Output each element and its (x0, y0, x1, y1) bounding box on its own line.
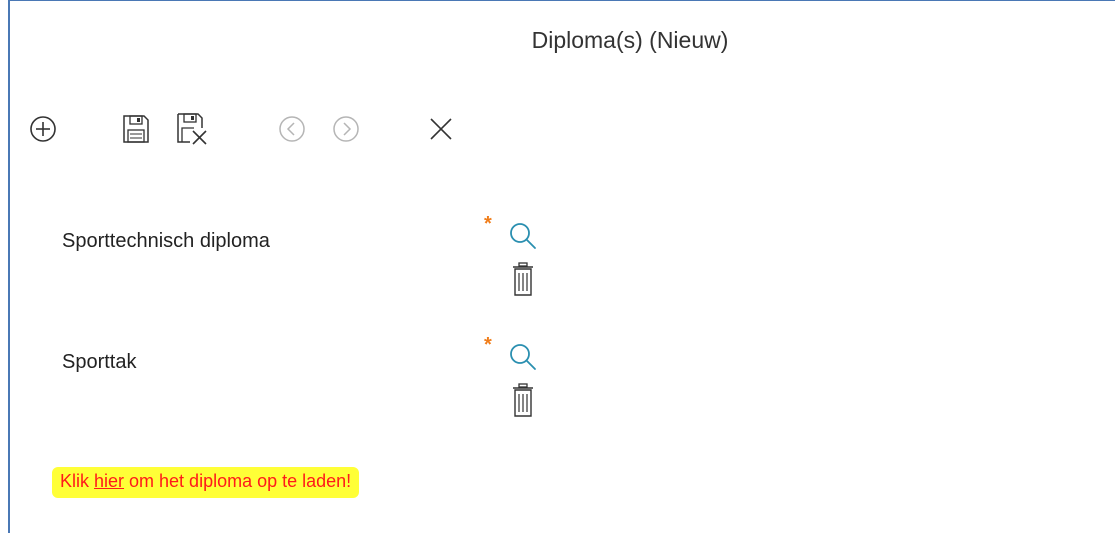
save-button[interactable] (116, 109, 156, 149)
save-close-button[interactable] (172, 109, 212, 149)
upload-prefix: Klik (60, 471, 95, 491)
previous-button[interactable] (272, 109, 312, 149)
floppy-disk-icon (122, 114, 150, 144)
floppy-disk-x-icon (176, 112, 208, 146)
dialog-window: Diploma(s) (Nieuw) Sporttechnisch diplom… (8, 0, 1115, 533)
upload-suffix: om het diploma op te laden! (124, 471, 352, 491)
field-sporttak: Sporttak * (10, 334, 610, 424)
search-icon[interactable] (508, 342, 538, 377)
plus-circle-icon (29, 115, 57, 143)
next-button[interactable] (326, 109, 366, 149)
close-icon (429, 117, 453, 141)
required-marker: * (484, 213, 492, 235)
field-label: Sporttechnisch diploma (62, 230, 270, 252)
close-button[interactable] (421, 109, 461, 149)
upload-instruction: Klik hier om het diploma op te laden! (52, 467, 360, 498)
trash-icon[interactable] (512, 382, 534, 423)
page-title: Diploma(s) (Nieuw) (531, 27, 729, 53)
chevron-left-circle-icon (278, 115, 306, 143)
required-marker: * (484, 334, 492, 356)
upload-link[interactable]: hier (94, 471, 124, 491)
search-icon[interactable] (508, 221, 538, 256)
chevron-right-circle-icon (332, 115, 360, 143)
field-label: Sporttak (62, 351, 137, 373)
field-sporttechnisch-diploma: Sporttechnisch diploma * (10, 213, 610, 303)
trash-icon[interactable] (512, 261, 534, 302)
add-button[interactable] (23, 109, 63, 149)
